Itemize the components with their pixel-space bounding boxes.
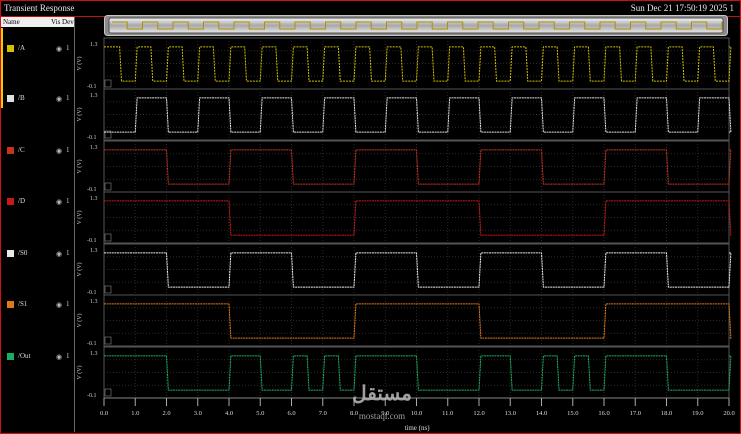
- y-tick-bottom: -0.1: [87, 187, 97, 193]
- y-axis-label: V (V): [76, 107, 83, 121]
- x-tick-label: 13.0: [505, 410, 516, 417]
- y-tick-top: 1.3: [90, 351, 98, 357]
- y-tick-bottom: -0.1: [87, 84, 97, 90]
- y-tick-top: 1.3: [90, 42, 98, 48]
- plot-strip[interactable]: 1.3 -0.1 V (V): [76, 243, 732, 296]
- x-tick-label: 0.0: [100, 410, 108, 417]
- y-tick-bottom: -0.1: [87, 135, 97, 141]
- y-tick-bottom: -0.1: [87, 238, 97, 244]
- y-tick-top: 1.3: [90, 248, 98, 254]
- x-tick-label: 15.0: [567, 410, 578, 417]
- x-tick-label: 3.0: [194, 410, 202, 417]
- x-tick-label: 8.0: [350, 410, 358, 417]
- plot-strip[interactable]: 1.3 -0.1 V (V): [76, 294, 732, 347]
- plot-strip[interactable]: 1.3 -0.1 V (V): [76, 140, 732, 193]
- x-tick-label: 2.0: [162, 410, 170, 417]
- y-axis-label: V (V): [76, 210, 83, 224]
- plot-strip[interactable]: 1.3 -0.1 V (V): [76, 88, 732, 141]
- x-tick-label: 19.0: [692, 410, 703, 417]
- x-tick-label: 20.0: [723, 410, 734, 417]
- x-tick-label: 1.0: [131, 410, 139, 417]
- y-tick-top: 1.3: [90, 145, 98, 151]
- x-tick-label: 6.0: [287, 410, 295, 417]
- x-tick-label: 7.0: [319, 410, 327, 417]
- x-tick-label: 4.0: [225, 410, 233, 417]
- x-tick-label: 17.0: [630, 410, 641, 417]
- plot-strip[interactable]: 1.3 -0.1 V (V): [76, 37, 732, 90]
- y-axis-label: V (V): [76, 56, 83, 70]
- x-tick-label: 12.0: [473, 410, 484, 417]
- x-tick-label: 18.0: [661, 410, 672, 417]
- y-axis-label: V (V): [76, 159, 83, 173]
- x-tick-label: 16.0: [598, 410, 609, 417]
- y-tick-top: 1.3: [90, 299, 98, 305]
- y-axis-label: V (V): [76, 262, 83, 276]
- x-tick-label: 5.0: [256, 410, 264, 417]
- x-axis-label: time (ns): [404, 424, 430, 432]
- x-axis: 0.0 1.0 2.0 3.0 4.0 5.0 6.0 7.0 8.0 9.0 10.0 11.0 12…: [100, 397, 735, 417]
- waveform-plots[interactable]: 1.3 -0.1 V (V) 1.3 -0.1 V (V) 1.3 -0.1 V (V) 1.3 -…: [0, 0, 741, 434]
- y-tick-top: 1.3: [90, 93, 98, 99]
- x-tick-label: 14.0: [536, 410, 547, 417]
- y-tick-bottom: -0.1: [87, 341, 97, 347]
- watermark-arabic: مستقل: [352, 383, 412, 405]
- watermark-latin: mostaql.com: [359, 411, 405, 421]
- plot-strip[interactable]: 1.3 -0.1 V (V): [76, 191, 732, 244]
- x-tick-label: 11.0: [442, 410, 453, 417]
- y-axis-label: V (V): [76, 365, 83, 379]
- y-tick-bottom: -0.1: [87, 393, 97, 399]
- x-tick-label: 10.0: [411, 410, 422, 417]
- y-tick-bottom: -0.1: [87, 290, 97, 296]
- y-axis-label: V (V): [76, 313, 83, 327]
- y-tick-top: 1.3: [90, 196, 98, 202]
- watermark: مستقل mostaql.com: [352, 383, 412, 421]
